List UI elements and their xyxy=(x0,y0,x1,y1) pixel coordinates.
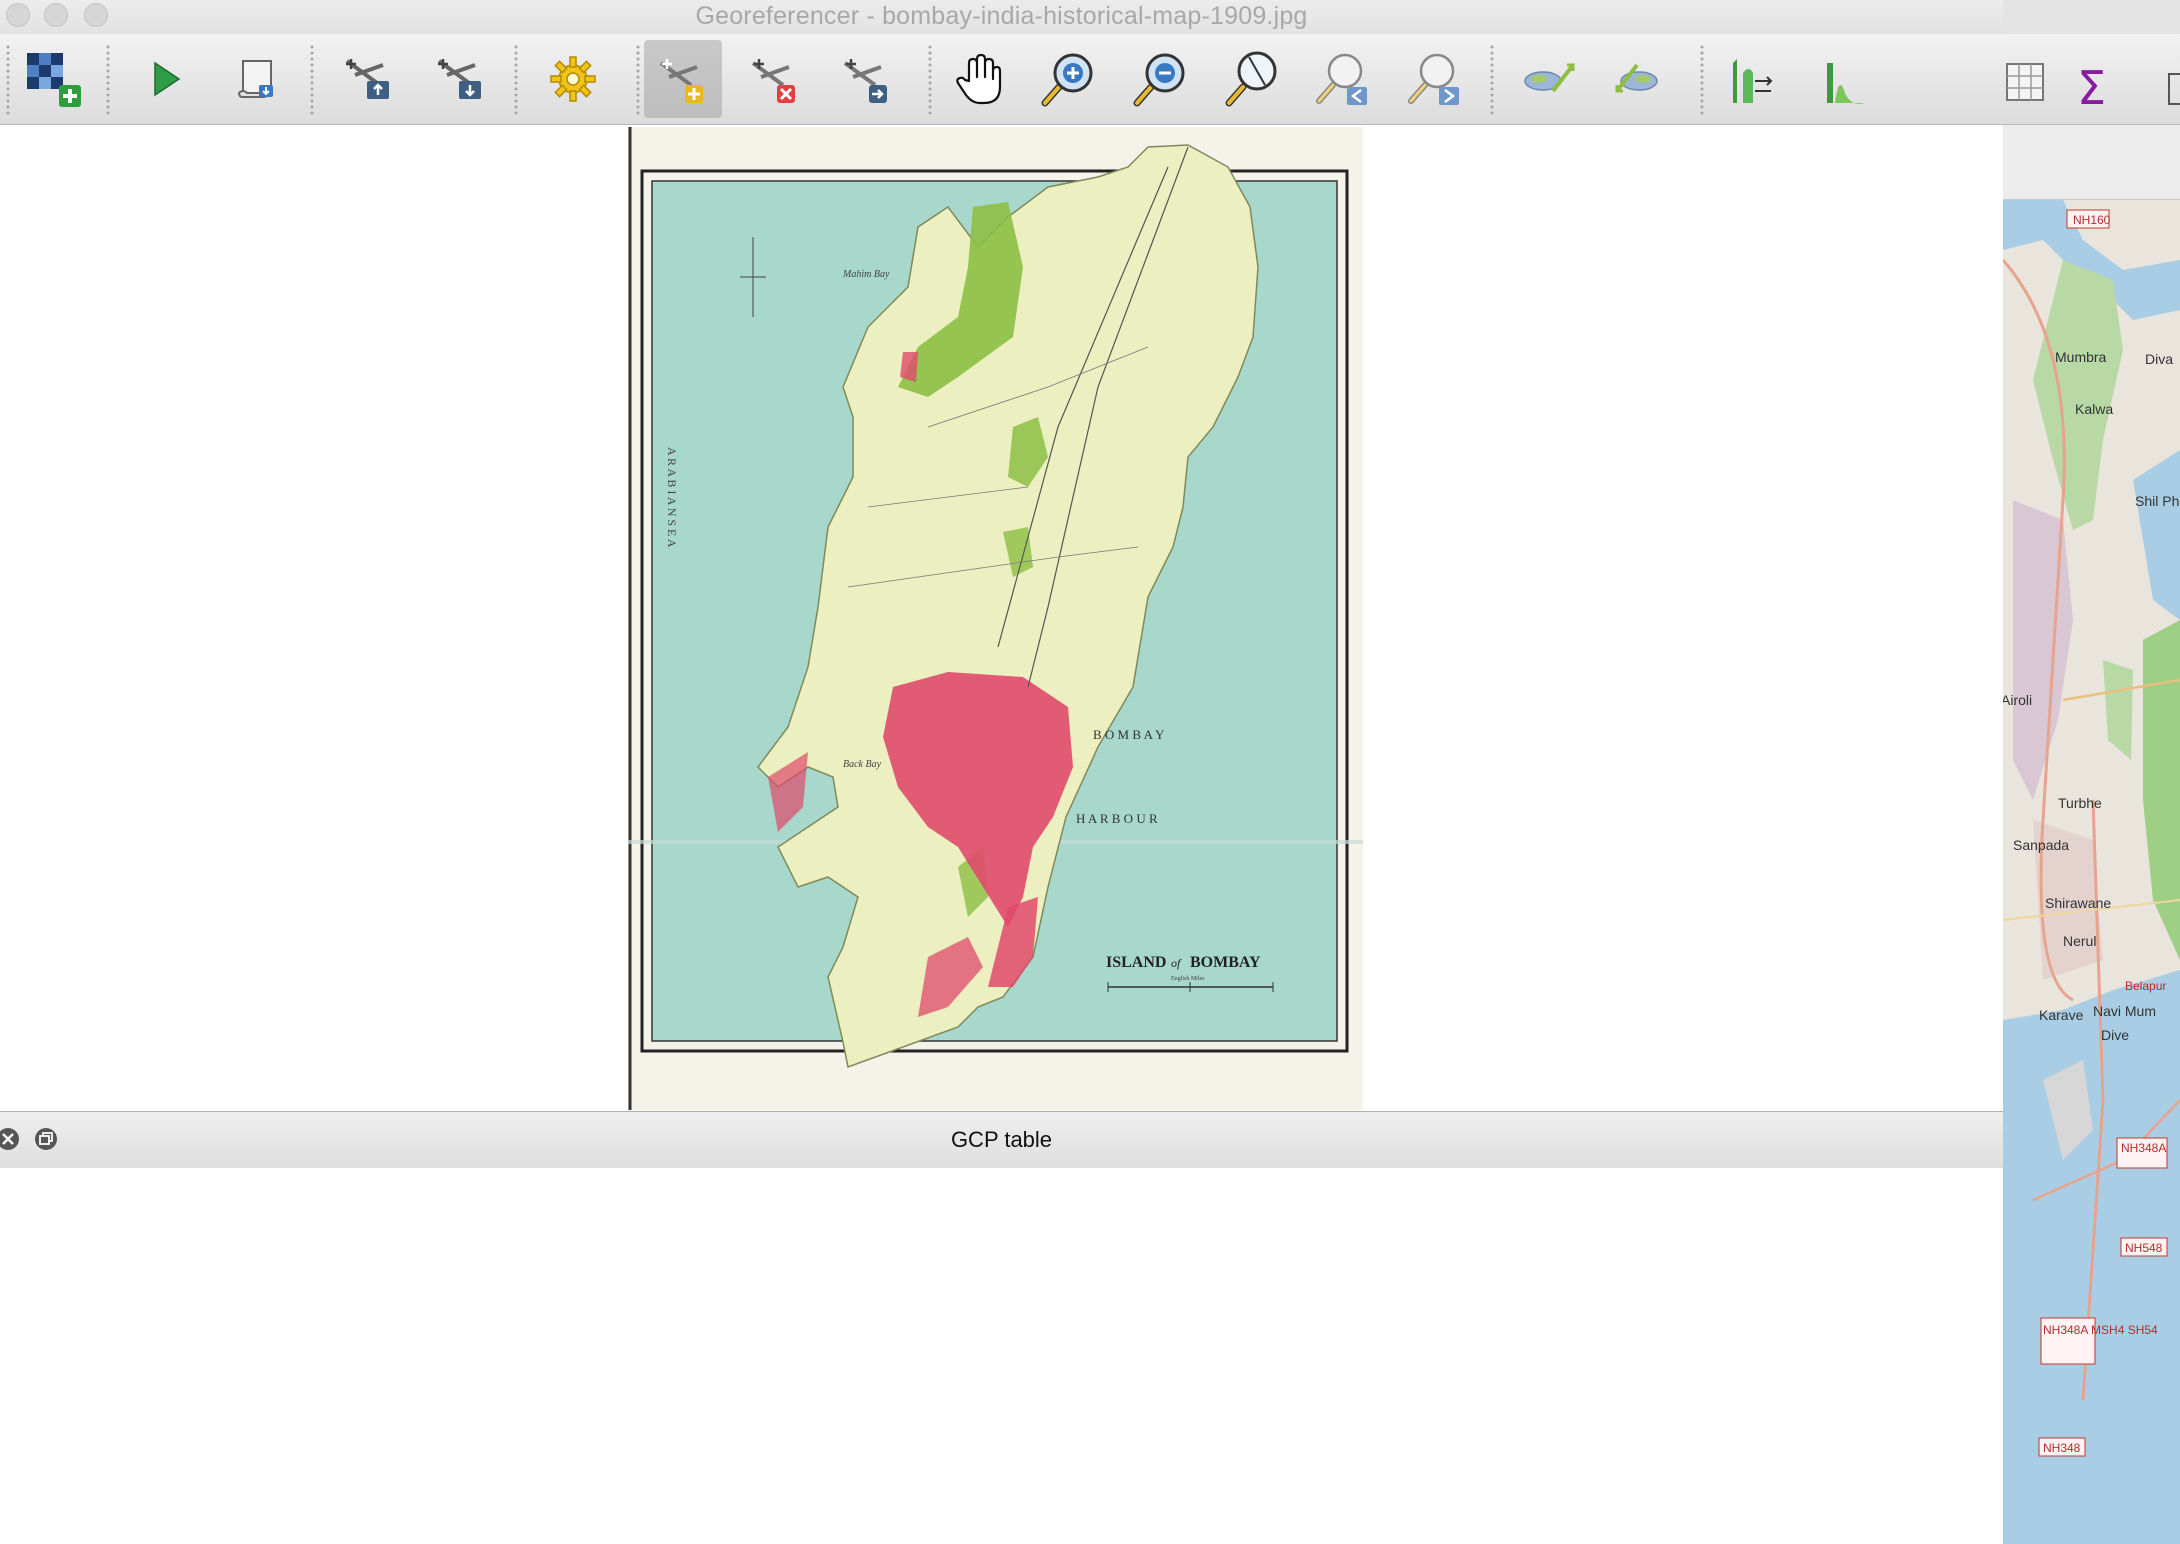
delete-point-button[interactable] xyxy=(736,40,814,118)
zoom-to-layer-button[interactable] xyxy=(1214,40,1292,118)
osm-label: Navi Mum xyxy=(2093,1003,2156,1019)
osm-label: NH348A xyxy=(2121,1141,2166,1155)
load-gcp-icon xyxy=(345,59,389,99)
map-label-sea: A R A B I A N S E A xyxy=(665,447,679,548)
partial-icon xyxy=(2168,73,2180,105)
title-bar: Georeferencer - bombay-india-historical-… xyxy=(0,0,2003,35)
background-toolbar-icons: Σ xyxy=(2006,61,2180,115)
generate-gdal-script-button[interactable] xyxy=(218,40,296,118)
zoom-next-button[interactable] xyxy=(1398,40,1476,118)
zoom-layer-icon xyxy=(1225,51,1277,107)
gcp-table[interactable] xyxy=(0,1168,2003,1544)
script-icon xyxy=(237,60,274,98)
link-geo-icon xyxy=(1524,63,1575,93)
zoom-in-icon xyxy=(1041,53,1093,107)
histogram-full-icon xyxy=(1733,59,1773,103)
toolbar-separator xyxy=(310,44,314,116)
osm-label: Karave xyxy=(2039,1007,2084,1023)
delete-point-icon xyxy=(751,59,795,103)
toolbar-separator xyxy=(1700,44,1704,116)
osm-label: Airoli xyxy=(2003,692,2032,708)
osm-label: Shirawane xyxy=(2045,895,2111,911)
gcp-table-title: GCP table xyxy=(950,1127,1053,1152)
hand-icon xyxy=(956,53,1002,105)
pan-button[interactable] xyxy=(940,40,1018,118)
add-point-button[interactable] xyxy=(644,40,722,118)
sigma-icon: Σ xyxy=(2077,61,2106,115)
background-title-bar xyxy=(2003,0,2180,35)
zoom-out-icon xyxy=(1133,53,1185,107)
zoom-last-icon xyxy=(1316,53,1367,105)
osm-label: Shil Pha xyxy=(2135,493,2180,509)
map-label-harbour: H A R B O U R xyxy=(1076,811,1158,826)
histogram-local-icon xyxy=(1827,63,1865,104)
link-georeferencer-to-qgis-button[interactable] xyxy=(1510,40,1588,118)
window-title: Georeferencer - bombay-india-historical-… xyxy=(695,2,1308,30)
osm-label: NH160 xyxy=(2073,213,2111,227)
toolbar-grip[interactable] xyxy=(6,44,10,116)
link-qgis-icon xyxy=(1615,63,1658,93)
toolbar-separator xyxy=(1490,44,1494,116)
osm-label: Mumbra xyxy=(2055,349,2107,365)
zoom-out-button[interactable] xyxy=(1122,40,1200,118)
osm-label: NH348 xyxy=(2043,1441,2081,1455)
gear-icon xyxy=(550,56,596,102)
osm-label: Kalwa xyxy=(2075,401,2113,417)
map-label-back-bay: Back Bay xyxy=(843,759,882,770)
zoom-last-button[interactable] xyxy=(1306,40,1384,118)
toolbar-separator xyxy=(514,44,518,116)
background-toolbar: Σ xyxy=(2003,34,2180,125)
open-raster-button[interactable] xyxy=(14,40,92,118)
toolbar-separator xyxy=(106,44,110,116)
osm-label: Dive xyxy=(2101,1027,2129,1043)
historical-map-image: B O M B A Y H A R B O U R A R A B I A N … xyxy=(628,127,1363,1110)
transformation-settings-button[interactable] xyxy=(534,40,612,118)
island-of-bombay-map: B O M B A Y H A R B O U R A R A B I A N … xyxy=(628,127,1363,1110)
save-gcp-points-button[interactable] xyxy=(422,40,500,118)
toolbar-separator xyxy=(636,44,640,116)
map-label-mahim-bay: Mahim Bay xyxy=(842,269,890,280)
local-histogram-stretch-button[interactable] xyxy=(1804,40,1882,118)
osm-label: Belapur xyxy=(2125,979,2166,993)
osm-label: NH348A MSH4 SH54 xyxy=(2043,1323,2158,1337)
full-histogram-stretch-button[interactable] xyxy=(1712,40,1790,118)
load-gcp-points-button[interactable] xyxy=(330,40,408,118)
move-point-icon xyxy=(843,59,887,103)
osm-label: Sanpada xyxy=(2013,837,2069,853)
map-canvas[interactable]: B O M B A Y H A R B O U R A R A B I A N … xyxy=(0,125,2003,1110)
map-title-bombay: BOMBAY xyxy=(1190,954,1261,971)
save-gcp-icon xyxy=(437,59,481,99)
osm-map: NH160 Mumbra Diva Kalwa Shil Pha Airoli … xyxy=(2003,200,2180,1544)
osm-label: Diva xyxy=(2145,351,2173,367)
attribute-table-icon xyxy=(2006,63,2044,101)
open-raster-icon xyxy=(27,53,81,107)
map-title-island: ISLAND xyxy=(1106,954,1166,971)
move-gcp-point-button[interactable] xyxy=(828,40,906,118)
background-osm-map[interactable]: NH160 Mumbra Diva Kalwa Shil Pha Airoli … xyxy=(2003,200,2180,1544)
zoom-in-button[interactable] xyxy=(1030,40,1108,118)
map-label-bombay: B O M B A Y xyxy=(1093,727,1165,742)
osm-label: Turbhe xyxy=(2058,795,2102,811)
start-georeferencing-button[interactable] xyxy=(126,40,204,118)
map-scale-label: English Miles xyxy=(1171,976,1205,982)
background-qgis-window: Σ NH160 Mumbra Diva Kalwa Shil Ph Airoli… xyxy=(2003,0,2180,1544)
play-icon xyxy=(154,61,181,97)
osm-label: NH548 xyxy=(2125,1241,2163,1255)
toolbar-separator xyxy=(928,44,932,116)
link-qgis-to-georeferencer-button[interactable] xyxy=(1602,40,1680,118)
georeferencer-window: Georeferencer - bombay-india-historical-… xyxy=(0,0,2003,1544)
add-point-icon xyxy=(659,59,703,103)
zoom-next-icon xyxy=(1408,53,1459,105)
toolbar xyxy=(0,34,2003,125)
background-subtoolbar xyxy=(2003,125,2180,200)
osm-label: Nerul xyxy=(2063,933,2096,949)
gcp-dock-header: GCP table xyxy=(0,1111,2003,1169)
